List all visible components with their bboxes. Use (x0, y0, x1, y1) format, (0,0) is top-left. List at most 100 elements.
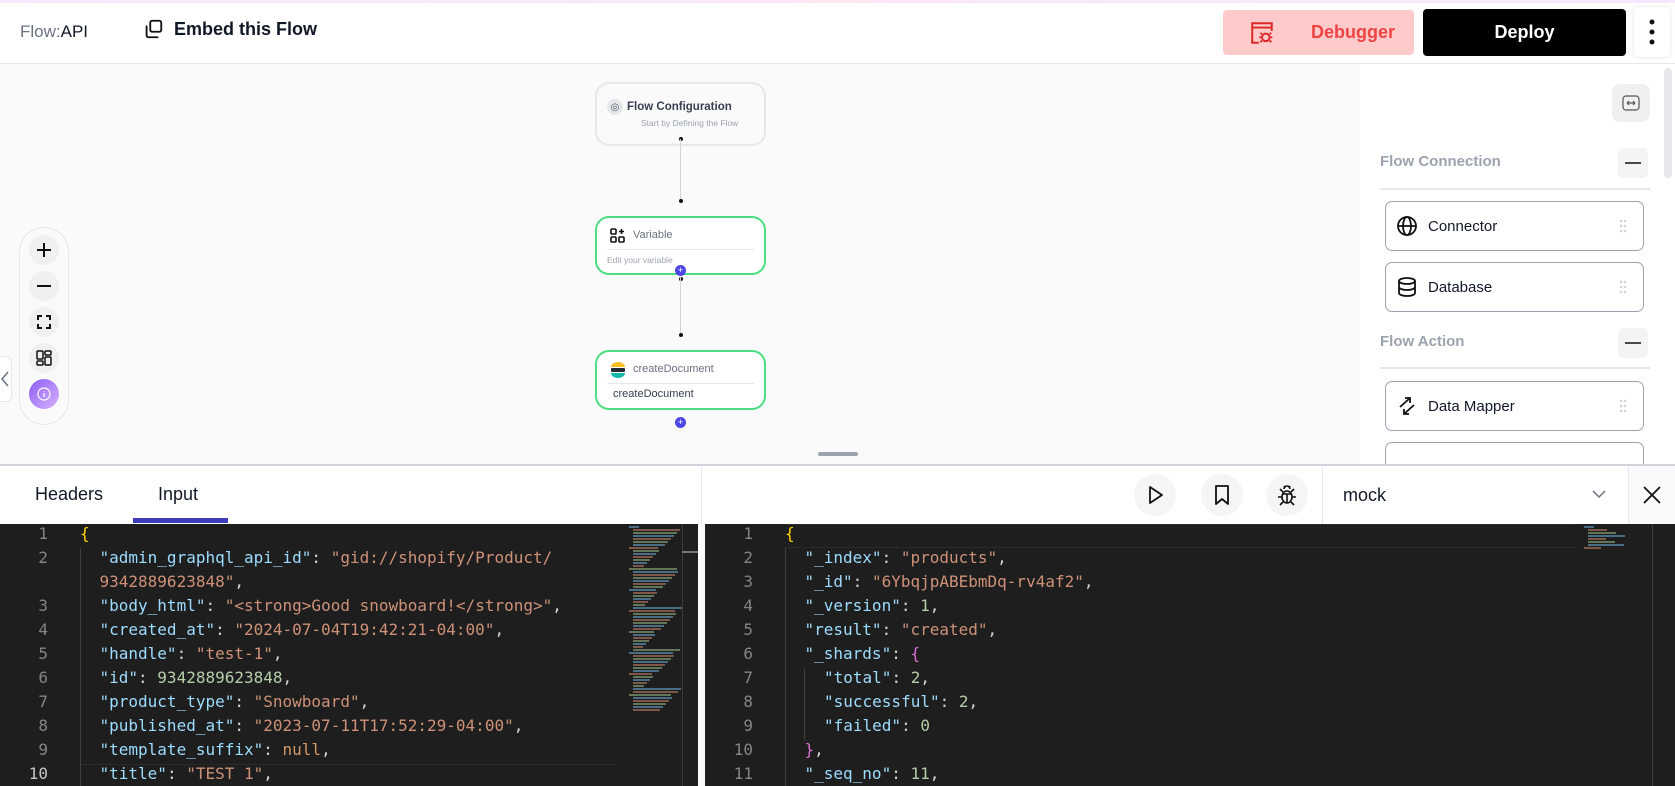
zoom-in-button[interactable] (29, 235, 59, 265)
line-number: 9 (38, 740, 48, 759)
editor-gutter-gap (698, 524, 705, 786)
code-line[interactable]: 4 "_version": 1, (705, 594, 1675, 618)
code-line[interactable]: 1{ (705, 524, 1675, 546)
code-text: "total": 2, (824, 668, 930, 687)
code-line[interactable]: 6 "_shards": { (705, 642, 1675, 666)
request-tabs: Headers Input (0, 466, 702, 524)
code-line[interactable]: 9 "template_suffix": null, (0, 738, 698, 762)
bug-icon (1278, 485, 1296, 506)
debug-button[interactable] (1266, 474, 1308, 516)
line-number: 8 (743, 692, 753, 711)
line-number: 4 (743, 596, 753, 615)
resize-handle[interactable] (818, 452, 858, 456)
minus-icon (37, 285, 51, 287)
code-line[interactable]: 9342889623848", (0, 570, 698, 594)
tab-headers[interactable]: Headers (35, 484, 103, 505)
collapse-flow-action-button[interactable] (1618, 328, 1648, 358)
code-text: "id": 9342889623848, (99, 668, 293, 687)
layout-button[interactable] (29, 343, 59, 373)
line-number: 7 (38, 692, 48, 711)
code-line[interactable]: 8 "published_at": "2023-07-11T17:52:29-04… (0, 714, 698, 738)
line-number: 6 (743, 644, 753, 663)
more-options-button[interactable] (1634, 7, 1670, 57)
flow-prefix: Flow: (20, 22, 61, 41)
add-node-handle[interactable]: + (675, 265, 686, 276)
minus-icon (1625, 342, 1641, 344)
code-text: "created_at": "2024-07-04T19:42:21-04:00… (99, 620, 505, 639)
code-text: "template_suffix": null, (99, 740, 331, 759)
code-text: "body_html": "<strong>Good snowboard!</s… (99, 596, 562, 615)
info-button[interactable] (29, 379, 59, 409)
expand-panel-button[interactable] (1612, 84, 1650, 122)
tab-input[interactable]: Input (158, 484, 198, 505)
input-json-editor[interactable]: 1{2 "admin_graphql_api_id": "gid://shopif… (0, 524, 698, 786)
code-text: { (785, 524, 795, 543)
code-text: "admin_graphql_api_id": "gid://shopify/P… (99, 548, 553, 567)
output-json-editor[interactable]: 1{2 "_index": "products", 3 "_id": "6YbqjpA… (705, 524, 1675, 786)
code-text: "title": "TEST 1", (99, 764, 273, 783)
code-line[interactable]: 7 "product_type": "Snowboard", (0, 690, 698, 714)
close-panel-button[interactable] (1628, 466, 1675, 524)
code-text: }, (804, 740, 824, 759)
active-tab-indicator (133, 518, 228, 523)
line-number: 2 (38, 548, 48, 567)
code-line[interactable]: 1{ (0, 524, 698, 546)
debugger-button[interactable]: Debugger (1223, 10, 1414, 55)
code-text: { (80, 524, 90, 543)
fullscreen-icon (37, 315, 51, 329)
embed-flow-button[interactable]: Embed this Flow (142, 18, 317, 40)
left-panel-toggle[interactable] (0, 356, 12, 402)
code-line[interactable]: 4 "created_at": "2024-07-04T19:42:21-04:0… (0, 618, 698, 642)
palette-item-data-mapper[interactable]: Data Mapper (1385, 381, 1644, 431)
line-number: 10 (28, 764, 48, 783)
run-button[interactable] (1134, 474, 1176, 516)
environment-select[interactable]: mock (1322, 466, 1627, 524)
chevron-left-icon (1, 371, 9, 387)
collapse-flow-connection-button[interactable] (1618, 148, 1648, 178)
code-line[interactable]: 8 "successful": 2, (705, 690, 1675, 714)
add-node-handle[interactable]: + (675, 417, 686, 428)
palette-item-connector[interactable]: Connector (1385, 201, 1644, 251)
code-line[interactable]: 9 "failed": 0 (705, 714, 1675, 738)
line-number: 5 (743, 620, 753, 639)
code-line[interactable]: 6 "id": 9342889623848, (0, 666, 698, 690)
code-line[interactable]: 2 "_index": "products", (705, 546, 1675, 570)
code-line[interactable]: 10 "title": "TEST 1", (0, 762, 698, 786)
flow-canvas[interactable]: ◎ Flow Configuration Start by Defining t… (0, 64, 1360, 464)
palette-item-database[interactable]: Database (1385, 262, 1644, 312)
top-bar: Flow:API Embed this Flow Debugger Deploy (0, 0, 1675, 64)
section-divider (1380, 367, 1650, 369)
embed-label: Embed this Flow (174, 18, 318, 39)
code-line[interactable]: 7 "total": 2, (705, 666, 1675, 690)
bookmark-button[interactable] (1201, 474, 1243, 516)
edge-line (680, 277, 681, 335)
line-number: 9 (743, 716, 753, 735)
line-number: 1 (38, 524, 48, 543)
palette-item-partial[interactable] (1385, 442, 1644, 464)
code-text: "handle": "test-1", (99, 644, 283, 663)
code-line[interactable]: 2 "admin_graphql_api_id": "gid://shopify/… (0, 546, 698, 570)
globe-icon (1397, 216, 1417, 236)
deploy-button[interactable]: Deploy (1423, 9, 1626, 56)
line-number: 11 (733, 764, 753, 783)
drag-handle-icon[interactable] (1619, 219, 1627, 233)
code-line[interactable]: 5 "handle": "test-1", (0, 642, 698, 666)
line-number: 10 (733, 740, 753, 759)
flow-title: Flow:API (20, 22, 88, 42)
code-line[interactable]: 5 "result": "created", (705, 618, 1675, 642)
code-line[interactable]: 3 "_id": "6YbqjpABEbmDq-rv4af2", (705, 570, 1675, 594)
code-line[interactable]: 3 "body_html": "<strong>Good snowboard!</… (0, 594, 698, 618)
node-divider (607, 249, 754, 250)
panel-scrollbar[interactable] (1664, 68, 1672, 178)
drag-handle-icon[interactable] (1619, 280, 1627, 294)
line-number: 4 (38, 620, 48, 639)
code-text: "successful": 2, (824, 692, 979, 711)
response-toolbar: mock (702, 466, 1675, 524)
drag-handle-icon[interactable] (1619, 399, 1627, 413)
create-document-node[interactable]: createDocument createDocument (595, 350, 766, 410)
code-line[interactable]: 10}, (705, 738, 1675, 762)
code-text: "_version": 1, (804, 596, 940, 615)
fit-view-button[interactable] (29, 307, 59, 337)
zoom-out-button[interactable] (29, 271, 59, 301)
code-line[interactable]: 11 "_seq_no": 11, (705, 762, 1675, 786)
